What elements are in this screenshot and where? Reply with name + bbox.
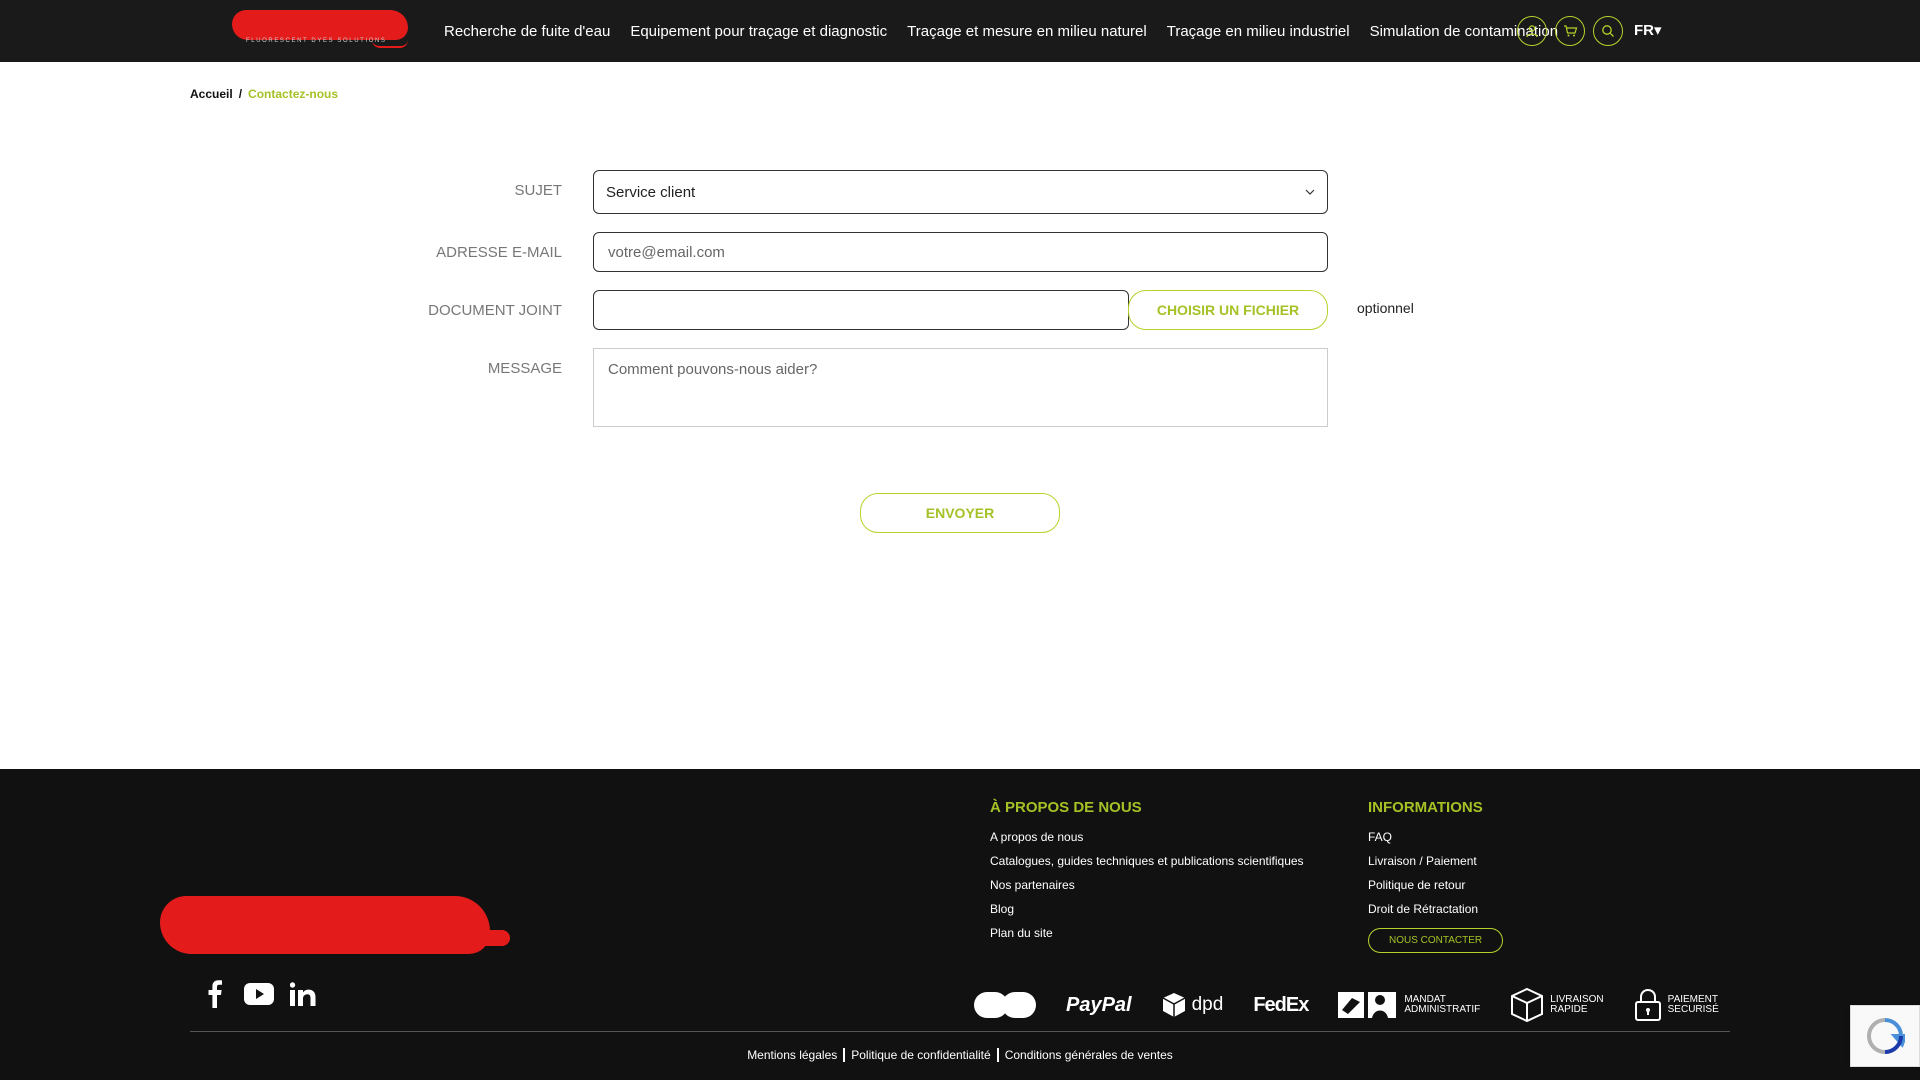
- nav-item-natural-tracing[interactable]: Traçage et mesure en milieu naturel: [907, 23, 1147, 40]
- footer-link-partners[interactable]: Nos partenaires: [990, 878, 1304, 892]
- contact-us-button[interactable]: NOUS CONTACTER: [1368, 928, 1504, 953]
- footer-logo-redacted-mark: [160, 896, 490, 954]
- main-nav: Recherche de fuite d'eau Equipement pour…: [444, 0, 1558, 62]
- footer-link-return-policy[interactable]: Politique de retour: [1368, 878, 1503, 892]
- legal-links: Mentions légales Politique de confidenti…: [0, 1048, 1920, 1062]
- footer-link-about[interactable]: A propos de nous: [990, 830, 1304, 844]
- payment-methods: PayPal dpd FedEx MANDAT ADMINISTRATIF LI…: [974, 987, 1719, 1023]
- paypal-logo: PayPal: [1066, 993, 1132, 1016]
- nav-item-equipment[interactable]: Equipement pour traçage et diagnostic: [630, 23, 887, 40]
- footer-link-faq[interactable]: FAQ: [1368, 830, 1503, 844]
- logo-tagline: FLUORESCENT DYES SOLUTIONS: [246, 38, 387, 44]
- fast-delivery-badge: LIVRAISON RAPIDE: [1510, 987, 1604, 1023]
- cb-card-icon: [974, 992, 1036, 1018]
- attachment-label: DOCUMENT JOINT: [428, 302, 562, 319]
- linkedin-link[interactable]: [288, 979, 318, 1009]
- facebook-icon: [208, 980, 222, 1008]
- subject-select[interactable]: Service client: [593, 170, 1328, 214]
- facebook-link[interactable]: [200, 979, 230, 1009]
- recaptcha-icon: [1866, 1018, 1905, 1054]
- email-label: ADRESSE E-MAIL: [436, 244, 562, 261]
- mandat-administratif-logo: MANDAT ADMINISTRATIF: [1338, 990, 1480, 1020]
- subject-selected-value: Service client: [606, 183, 696, 201]
- logo-redacted-mark: [232, 10, 408, 40]
- fedex-logo: FedEx: [1253, 993, 1309, 1016]
- footer-link-catalogues[interactable]: Catalogues, guides techniques et publica…: [990, 854, 1304, 868]
- account-button[interactable]: [1517, 16, 1547, 46]
- footer-about-column: À PROPOS DE NOUS A propos de nous Catalo…: [990, 799, 1304, 950]
- dpd-cube-icon: [1162, 993, 1185, 1017]
- marianne-icon: [1338, 992, 1397, 1018]
- dpd-text: dpd: [1191, 994, 1224, 1015]
- footer-info-heading: INFORMATIONS: [1368, 799, 1483, 816]
- footer-info-column: INFORMATIONS FAQ Livraison / Paiement Po…: [1368, 799, 1504, 953]
- subject-label: SUJET: [514, 182, 562, 199]
- breadcrumb-home[interactable]: Accueil: [190, 87, 233, 101]
- fast-delivery-text: LIVRAISON RAPIDE: [1550, 994, 1604, 1015]
- secure-payment-badge: PAIEMENT SECURISÉ: [1634, 988, 1719, 1022]
- footer-link-withdrawal[interactable]: Droit de Rétractation: [1368, 902, 1503, 916]
- footer-about-heading: À PROPOS DE NOUS: [990, 799, 1142, 816]
- legal-link-terms[interactable]: Conditions générales de ventes: [996, 1048, 1179, 1062]
- attachment-filename-field[interactable]: [593, 290, 1129, 330]
- footer-link-sitemap[interactable]: Plan du site: [990, 926, 1304, 940]
- linkedin-icon: [290, 982, 316, 1006]
- breadcrumb-current: Contactez-nous: [248, 87, 339, 101]
- cart-button[interactable]: [1555, 16, 1585, 46]
- user-icon: [1526, 25, 1538, 38]
- footer-link-blog[interactable]: Blog: [990, 902, 1304, 916]
- legal-link-mentions[interactable]: Mentions légales: [741, 1048, 843, 1062]
- legal-link-privacy[interactable]: Politique de confidentialité: [843, 1048, 996, 1062]
- send-button[interactable]: ENVOYER: [860, 493, 1060, 533]
- footer-logo-redacted-tail: [440, 930, 510, 946]
- nav-item-industrial-tracing[interactable]: Traçage en milieu industriel: [1167, 23, 1350, 40]
- search-icon: [1602, 25, 1614, 37]
- dpd-logo: dpd: [1162, 992, 1224, 1018]
- recaptcha-badge[interactable]: [1850, 1005, 1920, 1067]
- header-icons: [1517, 16, 1623, 46]
- breadcrumb-separator: /: [238, 87, 243, 101]
- cart-icon: [1563, 25, 1577, 37]
- choose-file-button[interactable]: CHOISIR UN FICHIER: [1128, 290, 1328, 330]
- package-icon: [1511, 987, 1544, 1023]
- footer-link-delivery-payment[interactable]: Livraison / Paiement: [1368, 854, 1503, 868]
- youtube-link[interactable]: [244, 979, 274, 1009]
- social-links: [200, 979, 318, 1009]
- chevron-down-icon: [1305, 189, 1315, 195]
- site-logo[interactable]: FLUORESCENT DYES SOLUTIONS: [232, 10, 408, 50]
- message-label: MESSAGE: [487, 360, 562, 377]
- message-textarea[interactable]: [593, 348, 1328, 427]
- youtube-icon: [244, 983, 274, 1005]
- logo-swoosh: [372, 40, 408, 48]
- lock-icon: [1634, 988, 1661, 1021]
- search-button[interactable]: [1593, 16, 1623, 46]
- site-header: FLUORESCENT DYES SOLUTIONS Recherche de …: [0, 0, 1920, 62]
- footer-logo[interactable]: [160, 896, 510, 966]
- mandat-text: MANDAT ADMINISTRATIF: [1404, 994, 1481, 1015]
- secure-payment-text: PAIEMENT SECURISÉ: [1667, 994, 1719, 1015]
- attachment-optional-note: optionnel: [1357, 300, 1414, 316]
- site-footer: À PROPOS DE NOUS A propos de nous Catalo…: [0, 769, 1920, 1080]
- nav-item-leak-detection[interactable]: Recherche de fuite d'eau: [444, 23, 610, 40]
- language-selector[interactable]: FR▾: [1634, 21, 1662, 39]
- footer-divider: [190, 1031, 1730, 1032]
- breadcrumb: Accueil / Contactez-nous: [190, 87, 338, 101]
- email-input[interactable]: [593, 232, 1328, 272]
